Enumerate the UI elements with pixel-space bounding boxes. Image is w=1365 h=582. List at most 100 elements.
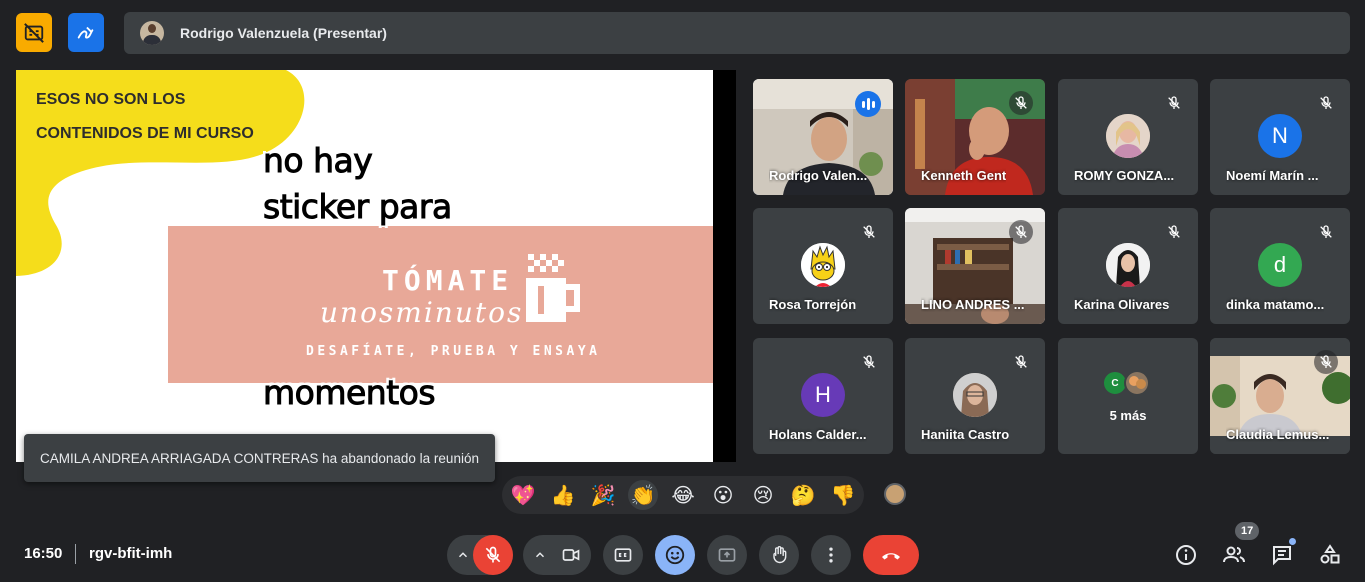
mic-off-indicator [1009,350,1033,374]
mic-off-indicator [1314,350,1338,374]
present-screen-icon [718,548,736,562]
participant-avatar [953,373,997,417]
participant-name: Noemí Marín ... [1226,168,1319,183]
reactions-button[interactable] [655,535,695,575]
participant-tile[interactable]: Rosa Torrejón [753,208,893,324]
more-options-button[interactable] [811,535,851,575]
call-end-icon [882,553,900,560]
participant-count-badge: 17 [1235,522,1260,540]
presenter-avatar [140,21,164,45]
sticker-text-line2: sticker para [263,187,453,227]
participant-avatar: d [1258,243,1302,287]
leave-call-button[interactable] [863,535,919,575]
chat-icon [1273,546,1291,566]
more-participants-label: 5 más [1109,408,1147,423]
participant-avatar [801,243,845,287]
participant-tile[interactable]: Claudia Lemus... [1210,338,1350,454]
activities-button[interactable] [1316,541,1344,569]
participant-name: LINO ANDRES ... [921,297,1025,312]
reaction-surprised[interactable]: 😮 [708,480,738,510]
whiteboard-button[interactable] [68,13,104,52]
reaction-bar: 💖 👍 🎉 👏 😂 😮 😢 🤔 👎 [502,476,864,514]
participant-tile[interactable]: LINO ANDRES ... [905,208,1045,324]
participant-avatar [1106,114,1150,158]
participant-tile[interactable]: Rodrigo Valen... [753,79,893,195]
participant-tile[interactable]: N Noemí Marín ... [1210,79,1350,195]
mic-off-indicator [1314,91,1338,115]
banner-subtitle: DESAFÍATE, PRUEBA Y ENSAYA [306,344,601,359]
captions-off-button[interactable] [16,13,52,52]
sticker-text-line3: momentos [262,373,436,413]
participant-name: Karina Olivares [1074,297,1170,312]
mic-off-indicator [1009,220,1033,244]
participant-name: Claudia Lemus... [1226,427,1330,442]
profile-photo [1106,243,1150,287]
profile-photo [1106,114,1150,158]
participant-tile[interactable]: d dinka matamo... [1210,208,1350,324]
mic-off-icon [863,225,875,238]
chat-button[interactable] [1268,541,1296,569]
reaction-thumbs-up[interactable]: 👍 [548,480,578,510]
present-screen-button[interactable] [707,535,747,575]
hand-icon [773,546,787,564]
reaction-sparkling-heart[interactable]: 💖 [508,480,538,510]
people-button[interactable] [1220,541,1248,569]
participant-tile[interactable]: Karina Olivares [1058,208,1198,324]
footer-divider [75,544,76,564]
participant-name: Rosa Torrejón [769,297,857,312]
slide-content: ESOS NO SON LOS CONTENIDOS DE MI CURSO T… [16,70,713,462]
participant-name: ROMY GONZA... [1074,168,1175,183]
mic-off-indicator [1162,91,1186,115]
more-participants-tile[interactable]: C 5 más [1058,338,1198,454]
chevron-up-icon [458,552,468,558]
mic-off-icon [1015,225,1027,238]
meeting-details-button[interactable] [1172,541,1200,569]
reaction-thinking[interactable]: 🤔 [788,480,818,510]
participant-name: Kenneth Gent [921,168,1007,183]
reaction-clapping-hands[interactable]: 👏 [628,480,658,510]
coffee-cup-icon [526,254,580,322]
profile-photo [953,373,997,417]
mini-avatar-photo [1124,370,1150,396]
participant-tile[interactable]: H Holans Calder... [753,338,893,454]
toast-message: CAMILA ANDREA ARRIAGADA CONTRERAS ha aba… [40,450,479,466]
clock: 16:50 [24,545,63,562]
participant-avatar [1106,243,1150,287]
notification-toast: CAMILA ANDREA ARRIAGADA CONTRERAS ha aba… [24,434,495,482]
participant-name: Rodrigo Valen... [769,168,868,183]
activities-icon [1320,544,1340,564]
presenter-name: Rodrigo Valenzuela (Presentar) [180,25,387,41]
participant-tile[interactable]: ROMY GONZA... [1058,79,1198,195]
people-icon [1223,546,1245,563]
participant-tile[interactable]: Haniita Castro [905,338,1045,454]
participant-name: Haniita Castro [921,427,1010,442]
raise-hand-button[interactable] [759,535,799,575]
captions-off-icon [24,22,44,43]
participant-name: Holans Calder... [769,427,867,442]
mic-off-indicator [1314,220,1338,244]
microphone-toggle-button[interactable] [473,535,513,575]
tomate-banner: TÓMATE unosminutos DESAFÍATE, PRUEBA Y E… [168,226,713,383]
unread-dot [1289,538,1296,545]
mic-off-icon [863,355,875,368]
reaction-thumbs-down[interactable]: 👎 [828,480,858,510]
banner-script: unosminutos [320,296,524,329]
reaction-tears-of-joy[interactable]: 😂 [668,480,698,510]
participant-tile[interactable]: Kenneth Gent [905,79,1045,195]
participant-avatar: H [801,373,845,417]
mic-off-icon [1168,96,1180,109]
reaction-party-popper[interactable]: 🎉 [588,480,618,510]
camera-icon [562,549,580,561]
mic-off-icon [1320,96,1332,109]
captions-button[interactable] [603,535,643,575]
participant-name: dinka matamo... [1226,297,1325,312]
video-options-button[interactable] [526,535,554,575]
banner-title: TÓMATE [382,264,514,297]
skin-tone-selector[interactable] [884,483,906,505]
mic-off-indicator [857,350,881,374]
participant-avatar: N [1258,114,1302,158]
presenter-bar[interactable]: Rodrigo Valenzuela (Presentar) [124,12,1350,54]
reaction-crying[interactable]: 😢 [748,480,778,510]
camera-toggle-button[interactable] [551,535,591,575]
mic-off-icon [1320,355,1332,368]
